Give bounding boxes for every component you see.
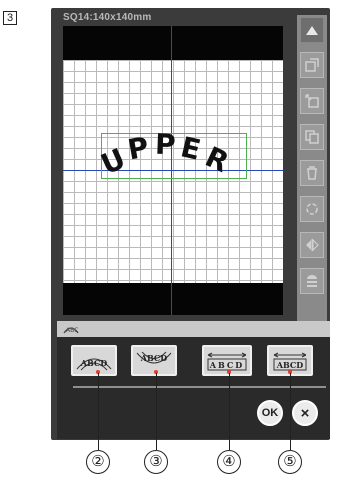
move-icon <box>305 94 319 108</box>
mirror-icon <box>306 238 319 252</box>
layout-icon <box>305 58 319 72</box>
callout-line <box>229 373 230 450</box>
ok-button[interactable]: OK <box>257 400 283 426</box>
move-button[interactable] <box>300 88 324 114</box>
wide-spacing-icon: ABCD <box>207 352 247 370</box>
scroll-up-icon <box>306 25 318 35</box>
svg-text:ABC: ABC <box>66 327 78 334</box>
arch-up-button[interactable]: ABCD <box>71 345 117 376</box>
arc-text-icon: ABC <box>63 327 79 334</box>
mirror-button[interactable] <box>300 232 324 258</box>
narrow-spacing-icon: ABCD <box>273 352 307 370</box>
callout-number: ⑤ <box>278 450 302 474</box>
callout-number: ② <box>86 450 110 474</box>
callout-number: ③ <box>144 450 168 474</box>
svg-text:ABCD: ABCD <box>140 353 167 363</box>
selection-indicator-line <box>73 386 326 388</box>
rotate-button[interactable] <box>300 196 324 222</box>
callout-number: ④ <box>217 450 241 474</box>
out-of-hoop-top <box>63 26 283 60</box>
out-of-hoop-bottom <box>63 283 283 315</box>
rotate-icon <box>306 203 318 215</box>
callout-line <box>156 373 157 450</box>
delete-icon <box>307 166 317 180</box>
arch-down-icon: ABCD <box>136 351 172 363</box>
hoop-size-label: SQ14:140x140mm <box>63 12 152 23</box>
cancel-button[interactable]: × <box>292 400 318 426</box>
svg-text:ABCD: ABCD <box>209 360 244 370</box>
svg-text:ABCD: ABCD <box>276 360 303 370</box>
step-number: 3 <box>3 11 17 25</box>
layout-button[interactable] <box>300 52 324 78</box>
scroll-up-button[interactable] <box>300 17 324 43</box>
stack-button[interactable] <box>300 268 324 294</box>
copy-button[interactable] <box>300 124 324 150</box>
delete-button[interactable] <box>300 160 324 186</box>
text-panel-header: ABC <box>57 321 330 337</box>
callout-line <box>98 373 99 450</box>
callout-line <box>290 373 291 450</box>
copy-icon <box>305 130 319 144</box>
svg-text:ABCD: ABCD <box>80 358 107 368</box>
arch-up-icon: ABCD <box>76 358 112 370</box>
design-letter: P <box>154 127 177 162</box>
stack-icon <box>307 275 317 287</box>
